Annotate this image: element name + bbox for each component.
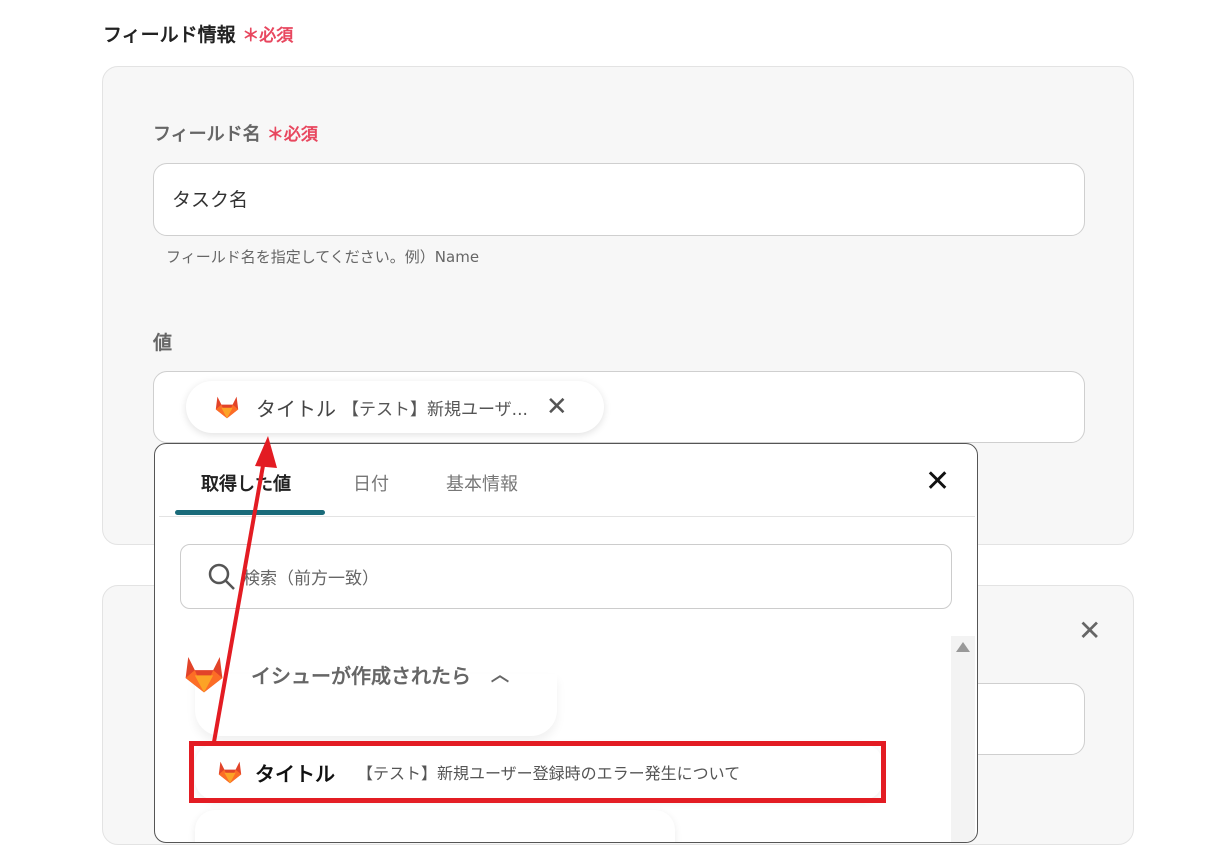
annotation-arrow (212, 436, 277, 743)
